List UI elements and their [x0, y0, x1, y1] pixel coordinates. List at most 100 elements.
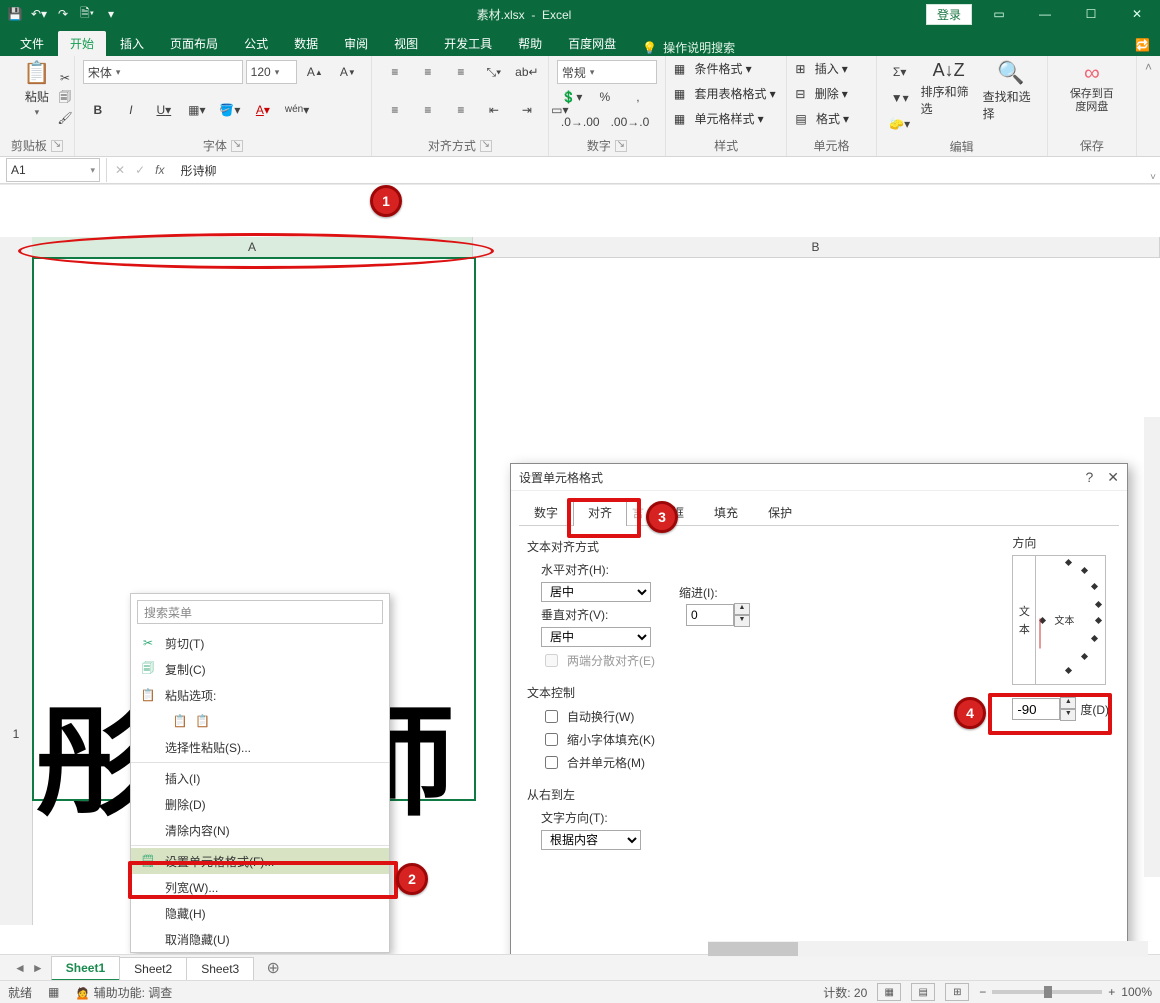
clear-icon[interactable]: 🧽▾	[885, 112, 915, 136]
login-button[interactable]: 登录	[926, 4, 972, 25]
cell-styles-button[interactable]: 单元格样式	[695, 110, 755, 127]
sort-filter-button[interactable]: A↓Z 排序和筛选	[921, 60, 977, 117]
accounting-icon[interactable]: 💲▾	[557, 85, 587, 109]
dialog-help-icon[interactable]: ?	[1085, 469, 1093, 486]
close-icon[interactable]: ✕	[1118, 3, 1156, 25]
indent-spinner[interactable]: ▲▼	[686, 603, 750, 627]
formula-input[interactable]: 彤诗柳	[172, 162, 1144, 179]
sheet-nav-next-icon[interactable]: ►	[32, 961, 44, 975]
orientation-box[interactable]: 文 本 文本	[1012, 555, 1106, 685]
page-break-view-icon[interactable]: ⊞	[945, 983, 969, 1001]
autosum-icon[interactable]: Σ▾	[885, 60, 915, 84]
sheet-nav-prev-icon[interactable]: ◄	[14, 961, 26, 975]
context-cut[interactable]: ✂剪切(T)	[131, 630, 389, 656]
italic-button[interactable]: I	[116, 98, 146, 122]
sheet-tab-2[interactable]: Sheet2	[119, 957, 187, 980]
cancel-formula-icon[interactable]: ✕	[115, 163, 125, 177]
tell-me[interactable]: 💡 操作说明搜索	[642, 39, 735, 56]
zoom-value[interactable]: 100%	[1121, 985, 1152, 999]
increase-decimal-icon[interactable]: .0→.00	[557, 110, 604, 134]
share-icon[interactable]: 🔁	[1125, 34, 1160, 56]
zoom-slider[interactable]	[992, 990, 1102, 994]
context-delete[interactable]: 删除(D)	[131, 791, 389, 817]
add-sheet-button[interactable]: ⊕	[262, 957, 284, 979]
phonetic-icon[interactable]: wén▾	[281, 98, 313, 122]
name-box[interactable]: A1▾	[6, 158, 100, 182]
align-right-icon[interactable]: ≡	[446, 98, 476, 122]
indent-up-icon[interactable]: ▲	[734, 603, 750, 615]
normal-view-icon[interactable]: ▦	[877, 983, 901, 1001]
page-layout-view-icon[interactable]: ▤	[911, 983, 935, 1001]
decrease-decimal-icon[interactable]: .00→.0	[607, 110, 654, 134]
collapse-ribbon-icon[interactable]: ˄	[1137, 56, 1160, 156]
dialog-tab-protection[interactable]: 保护	[753, 498, 807, 526]
align-left-icon[interactable]: ≡	[380, 98, 410, 122]
expand-formula-icon[interactable]: ˅	[1150, 172, 1156, 183]
shrink-to-fit-checkbox[interactable]	[545, 733, 558, 746]
conditional-formatting-button[interactable]: 条件格式	[695, 60, 743, 77]
tab-formulas[interactable]: 公式	[232, 31, 280, 56]
ribbon-options-icon[interactable]: ▭	[980, 3, 1018, 25]
merge-cells-checkbox[interactable]	[545, 756, 558, 769]
font-launcher-icon[interactable]: ↘	[231, 140, 243, 152]
wrap-text-icon[interactable]: ab↵	[512, 60, 542, 84]
percent-icon[interactable]: %	[590, 85, 620, 109]
print-preview-icon[interactable]: 🗎▾	[78, 5, 96, 23]
tab-data[interactable]: 数据	[282, 31, 330, 56]
fx-icon[interactable]: fx	[155, 163, 164, 177]
dialog-tab-fill[interactable]: 填充	[699, 498, 753, 526]
tab-developer[interactable]: 开发工具	[432, 31, 504, 56]
find-select-button[interactable]: 🔍 查找和选择	[983, 60, 1039, 122]
delete-cells-button[interactable]: 删除	[815, 85, 839, 102]
save-icon[interactable]: 💾	[6, 5, 24, 23]
wrap-text-checkbox[interactable]	[545, 710, 558, 723]
vertical-scrollbar[interactable]	[1144, 417, 1160, 877]
context-search-input[interactable]: 搜索菜单	[137, 600, 383, 624]
font-color-icon[interactable]: A▾	[248, 98, 278, 122]
paste-keep-source-icon[interactable]: 📋	[195, 714, 210, 728]
align-center-icon[interactable]: ≡	[413, 98, 443, 122]
qat-customize-icon[interactable]: ▾	[102, 5, 120, 23]
zoom-slider-thumb[interactable]	[1044, 986, 1052, 998]
macro-record-icon[interactable]: ▦	[48, 985, 59, 999]
dialog-tab-number[interactable]: 数字	[519, 498, 573, 526]
column-header-b[interactable]: B	[472, 237, 1160, 257]
scrollbar-thumb[interactable]	[708, 942, 798, 956]
align-top-icon[interactable]: ≡	[380, 60, 410, 84]
tab-baidu[interactable]: 百度网盘	[556, 31, 628, 56]
halign-select[interactable]: 居中	[541, 582, 651, 602]
tab-review[interactable]: 审阅	[332, 31, 380, 56]
format-cells-button[interactable]: 格式	[816, 110, 840, 127]
font-size-combo[interactable]: 120▾	[246, 60, 297, 84]
context-paste-special[interactable]: 选择性粘贴(S)...	[131, 734, 389, 760]
indent-down-icon[interactable]: ▼	[734, 615, 750, 627]
orientation-icon[interactable]: ⤡▾	[479, 60, 509, 84]
number-format-combo[interactable]: 常规▾	[557, 60, 657, 84]
bold-button[interactable]: B	[83, 98, 113, 122]
underline-button[interactable]: U▾	[149, 98, 179, 122]
context-clear[interactable]: 清除内容(N)	[131, 817, 389, 843]
tab-help[interactable]: 帮助	[506, 31, 554, 56]
accessibility-status[interactable]: 🙍 辅助功能: 调查	[75, 984, 172, 1001]
zoom-out-icon[interactable]: −	[979, 985, 986, 999]
align-middle-icon[interactable]: ≡	[413, 60, 443, 84]
number-launcher-icon[interactable]: ↘	[615, 140, 627, 152]
context-unhide[interactable]: 取消隐藏(U)	[131, 926, 389, 952]
indent-input[interactable]	[686, 604, 734, 626]
minimize-icon[interactable]: —	[1026, 3, 1064, 25]
tab-view[interactable]: 视图	[382, 31, 430, 56]
tab-page-layout[interactable]: 页面布局	[158, 31, 230, 56]
save-to-baidu-button[interactable]: ∞ 保存到百度网盘	[1066, 60, 1118, 114]
sheet-tab-1[interactable]: Sheet1	[51, 956, 120, 981]
enter-formula-icon[interactable]: ✓	[135, 163, 145, 177]
undo-icon[interactable]: ↶▾	[30, 5, 48, 23]
fill-icon[interactable]: ▼▾	[885, 86, 915, 110]
clipboard-launcher-icon[interactable]: ↘	[51, 140, 63, 152]
vertical-text-preview[interactable]: 文 本	[1013, 556, 1036, 684]
horizontal-scrollbar[interactable]	[708, 941, 1148, 957]
tab-file[interactable]: 文件	[8, 31, 56, 56]
zoom-in-icon[interactable]: +	[1108, 985, 1115, 999]
orientation-dial[interactable]: 文本	[1036, 556, 1105, 684]
paste-values-icon[interactable]: 📋	[171, 714, 189, 728]
context-copy[interactable]: 🗐复制(C)	[131, 656, 389, 682]
